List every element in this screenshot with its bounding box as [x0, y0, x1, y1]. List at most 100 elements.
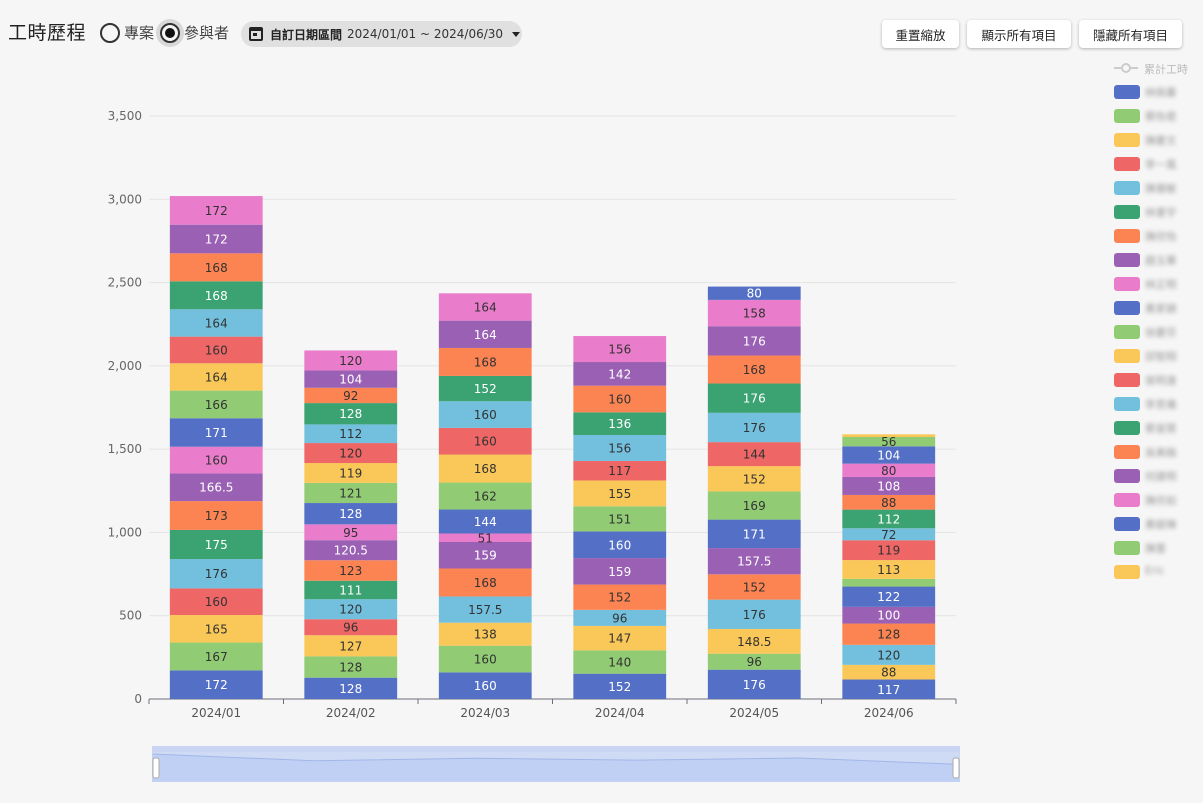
legend-swatch [1114, 373, 1140, 387]
y-tick-label: 1,500 [108, 442, 142, 456]
legend-label: 林佩蓁 [1145, 87, 1177, 99]
data-label: 112 [339, 427, 362, 441]
data-label: 176 [743, 421, 766, 435]
app-root: 工時歷程 專案 參與者 自訂日期區間 2024/01/01 ~ 2024/06/… [0, 0, 1203, 803]
legend-item[interactable]: 張明遠 [1114, 373, 1203, 387]
data-label: 120.5 [334, 544, 368, 558]
legend-swatch [1114, 469, 1140, 483]
legend-item[interactable]: 徐慶芬 [1114, 325, 1203, 339]
data-label: 88 [881, 666, 896, 680]
data-label: 160 [474, 653, 497, 667]
data-label: 117 [608, 464, 631, 478]
data-label: 95 [343, 526, 358, 540]
legend-label: 何建明 [1145, 471, 1177, 483]
legend-swatch [1114, 277, 1140, 291]
legend-item[interactable]: 林佩蓁 [1114, 85, 1203, 99]
data-label: 164 [205, 316, 228, 330]
legend-item[interactable]: Eric [1114, 565, 1203, 579]
legend-swatch [1114, 205, 1140, 219]
data-label: 144 [474, 515, 497, 529]
legend-item[interactable]: 林正明 [1114, 277, 1203, 291]
data-label: 160 [205, 454, 228, 468]
data-label: 56 [881, 435, 896, 449]
data-label: 119 [339, 466, 362, 480]
y-tick-label: 0 [134, 692, 142, 706]
legend-swatch [1114, 133, 1140, 147]
data-label: 168 [474, 462, 497, 476]
legend-swatch [1114, 229, 1140, 243]
data-label: 162 [474, 490, 497, 504]
data-label: 100 [877, 609, 900, 623]
data-label: 175 [205, 538, 228, 552]
legend-item[interactable]: 林書宇 [1114, 205, 1203, 219]
data-label: 156 [608, 441, 631, 455]
data-label: 96 [612, 611, 627, 625]
data-label: 160 [608, 538, 631, 552]
data-label: 165 [205, 622, 228, 636]
data-label: 157.5 [737, 555, 771, 569]
data-label: 166 [205, 398, 228, 412]
legend-swatch [1114, 85, 1140, 99]
data-label: 122 [877, 590, 900, 604]
data-label: 119 [877, 544, 900, 558]
legend-item[interactable]: 黃毓琳 [1114, 517, 1203, 531]
data-label: 120 [339, 603, 362, 617]
legend-item[interactable]: 蔡怡君 [1114, 109, 1203, 123]
data-label: 111 [339, 583, 362, 597]
x-tick-label: 2024/02 [326, 706, 376, 720]
data-label: 158 [743, 307, 766, 321]
legend-swatch [1114, 349, 1140, 363]
legend-label: 陳欣如 [1145, 495, 1177, 507]
legend-swatch [1114, 565, 1140, 579]
legend-label: 林正明 [1145, 279, 1177, 291]
data-label: 164 [205, 370, 228, 384]
legend-item[interactable]: 陳欣如 [1114, 493, 1203, 507]
data-label: 171 [743, 527, 766, 541]
data-label: 168 [205, 289, 228, 303]
bar-segment[interactable] [842, 578, 936, 587]
zoom-handle-right[interactable] [952, 757, 960, 779]
stacked-bar-chart: 0 500 1,000 1,500 2,000 2,500 3,000 3,500 2024/0… [108, 109, 957, 720]
data-label: 80 [747, 287, 762, 301]
legend-item[interactable]: 陳雅敏 [1114, 181, 1203, 195]
zoom-move-handle[interactable] [152, 746, 960, 752]
data-label: 173 [205, 509, 228, 523]
data-label: 120 [339, 447, 362, 461]
data-label: 140 [608, 656, 631, 670]
data-label: 120 [339, 354, 362, 368]
legend-item[interactable]: 趙玉華 [1114, 253, 1203, 267]
legend-item[interactable]: 何建明 [1114, 469, 1203, 483]
legend-line-marker [1121, 63, 1131, 73]
legend-label: Eric [1145, 565, 1165, 577]
legend-label: 黃家穎 [1145, 303, 1177, 315]
legend-label: 陳雅敏 [1145, 183, 1177, 195]
data-label: 156 [608, 343, 631, 357]
legend-item-cumulative[interactable]: 累計工時 [1114, 60, 1203, 76]
legend-swatch [1114, 109, 1140, 123]
zoom-handle-left[interactable] [152, 757, 160, 779]
data-label: 104 [877, 448, 900, 462]
data-label: 164 [474, 300, 497, 314]
data-label: 80 [881, 464, 896, 478]
legend-item[interactable]: 蔡晉賢 [1114, 421, 1203, 435]
legend-item[interactable]: 邱智翔 [1114, 349, 1203, 363]
data-label: 104 [339, 373, 362, 387]
legend-item[interactable]: 黃家穎 [1114, 301, 1203, 315]
legend-item[interactable]: 吳美融 [1114, 445, 1203, 459]
legend-item[interactable]: 陳欣怡 [1114, 229, 1203, 243]
data-zoom-slider[interactable] [152, 746, 960, 782]
legend-item[interactable]: 陳慶文 [1114, 133, 1203, 147]
legend-item[interactable]: 李一風 [1114, 157, 1203, 171]
bar-segment[interactable] [842, 434, 936, 437]
data-label: 157.5 [468, 603, 502, 617]
legend-item[interactable]: 陳蕾 [1114, 541, 1203, 555]
legend-swatch [1114, 301, 1140, 315]
data-label: 142 [608, 367, 631, 381]
legend-swatch [1114, 421, 1140, 435]
data-label: 167 [205, 650, 228, 664]
legend-item[interactable]: 李思儀 [1114, 397, 1203, 411]
data-label: 155 [608, 487, 631, 501]
data-label: 176 [205, 567, 228, 581]
data-label: 176 [743, 334, 766, 348]
data-label: 176 [743, 608, 766, 622]
